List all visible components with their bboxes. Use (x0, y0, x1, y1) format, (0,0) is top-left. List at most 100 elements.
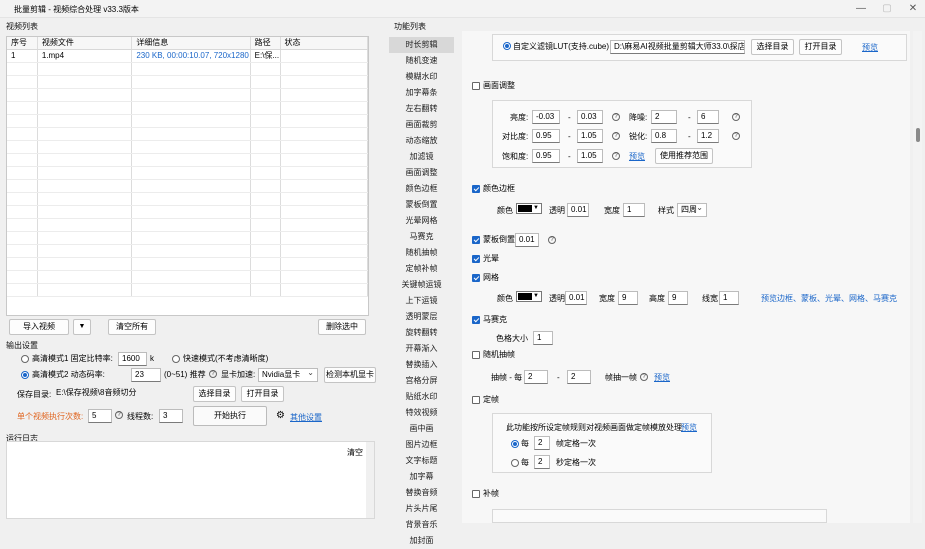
help-icon[interactable]: ? (612, 132, 620, 140)
table-row[interactable]: 1 1.mp4 230 KB, 00:00:10.07, 720x1280 E:… (7, 50, 368, 63)
lut-open-button[interactable]: 打开目录 (799, 39, 842, 55)
import-video-button[interactable]: 导入视频 (9, 319, 69, 335)
nav-item[interactable]: 蒙板倒置 (389, 197, 454, 213)
minimize-button[interactable]: — (850, 2, 872, 16)
header-file[interactable]: 视频文件 (38, 37, 133, 49)
border-alpha-input[interactable]: 0.01 (567, 203, 589, 217)
nav-item[interactable]: 颜色边框 (389, 181, 454, 197)
nav-item[interactable]: 宫格分屏 (389, 373, 454, 389)
contrast-min[interactable]: 0.95 (532, 129, 560, 143)
start-button[interactable]: 开始执行 (193, 406, 267, 426)
freeze-sec-radio[interactable] (511, 459, 519, 467)
nav-item[interactable]: 定帧补帧 (389, 261, 454, 277)
contrast-max[interactable]: 1.05 (577, 129, 603, 143)
sharpen-min[interactable]: 0.8 (651, 129, 677, 143)
nav-item[interactable]: 关键帧运镜 (389, 277, 454, 293)
help-icon[interactable]: ? (732, 113, 740, 121)
nav-item[interactable]: 画中画 (389, 421, 454, 437)
grid-line-input[interactable]: 1 (719, 291, 739, 305)
gear-icon[interactable]: ⚙ (276, 410, 285, 421)
mode1-radio[interactable] (21, 355, 29, 363)
clear-all-button[interactable]: 清空所有 (108, 319, 156, 335)
delete-selected-button[interactable]: 删除选中 (318, 319, 366, 335)
open-dir-button[interactable]: 打开目录 (241, 386, 284, 402)
detect-gpu-button[interactable]: 检测本机显卡 (324, 367, 376, 383)
adjust-checkbox[interactable] (472, 82, 480, 90)
mask-checkbox[interactable] (472, 236, 480, 244)
maximize-button[interactable]: ▢ (876, 2, 898, 16)
save-dir-input[interactable]: E:\保存视频\8音频切分 (53, 387, 187, 401)
sharpen-max[interactable]: 1.2 (697, 129, 719, 143)
drop-from-input[interactable]: 2 (524, 370, 548, 384)
adjust-preview-link[interactable]: 预览 (629, 151, 645, 162)
border-style-select[interactable]: 四周 (677, 202, 707, 217)
header-detail[interactable]: 详细信息 (132, 37, 251, 49)
saturation-min[interactable]: 0.95 (532, 149, 560, 163)
nav-item[interactable]: 图片边框 (389, 437, 454, 453)
nav-item[interactable]: 替换插入 (389, 357, 454, 373)
border-width-input[interactable]: 1 (623, 203, 645, 217)
fast-mode-radio[interactable] (172, 355, 180, 363)
nav-item[interactable]: 时长剪辑 (389, 37, 454, 53)
nav-item[interactable]: 贴纸水印 (389, 389, 454, 405)
nav-item[interactable]: 透明蒙层 (389, 309, 454, 325)
border-color-picker[interactable]: ▼ (516, 203, 542, 214)
help-icon[interactable]: ? (548, 236, 556, 244)
clear-log-button[interactable]: 清空 (344, 446, 366, 462)
nav-item[interactable]: 加字幕条 (389, 85, 454, 101)
nav-item[interactable]: 特效视频 (389, 405, 454, 421)
help-icon[interactable]: ? (732, 132, 740, 140)
freeze-sec-input[interactable]: 2 (534, 455, 550, 469)
other-settings-link[interactable]: 其他设置 (290, 412, 322, 423)
log-area[interactable] (6, 441, 375, 519)
nav-item[interactable]: 画面调整 (389, 165, 454, 181)
header-index[interactable]: 序号 (7, 37, 38, 49)
exec-times-input[interactable]: 5 (88, 409, 112, 423)
nav-item[interactable]: 片头片尾 (389, 501, 454, 517)
mosaic-checkbox[interactable] (472, 316, 480, 324)
nav-item[interactable]: 替换音频 (389, 485, 454, 501)
header-path[interactable]: 路径 (251, 37, 281, 49)
drop-to-input[interactable]: 2 (567, 370, 591, 384)
nav-item[interactable]: 加封面 (389, 533, 454, 549)
header-status[interactable]: 状态 (281, 37, 368, 49)
freeze-frame-input[interactable]: 2 (534, 436, 550, 450)
freeze-preview-link[interactable]: 预览 (681, 422, 697, 433)
nav-item[interactable]: 随机变速 (389, 53, 454, 69)
grid-height-input[interactable]: 9 (668, 291, 688, 305)
nav-item[interactable]: 模糊水印 (389, 69, 454, 85)
use-recommend-button[interactable]: 使用推荐范围 (655, 148, 713, 164)
threads-input[interactable]: 3 (159, 409, 183, 423)
nav-item[interactable]: 文字标题 (389, 453, 454, 469)
help-icon[interactable]: ? (612, 152, 620, 160)
help-icon[interactable]: ? (209, 370, 217, 378)
help-icon[interactable]: ? (115, 411, 123, 419)
close-button[interactable]: ✕ (902, 2, 924, 16)
nav-item[interactable]: 开幕渐入 (389, 341, 454, 357)
saturation-max[interactable]: 1.05 (577, 149, 603, 163)
nav-item[interactable]: 画面裁剪 (389, 117, 454, 133)
nav-item[interactable]: 左右翻转 (389, 101, 454, 117)
mosaic-size-input[interactable]: 1 (533, 331, 553, 345)
crf-input[interactable]: 23 (131, 368, 161, 382)
denoise-max[interactable]: 6 (697, 110, 719, 124)
nav-item[interactable]: 上下运镜 (389, 293, 454, 309)
freeze-checkbox[interactable] (472, 396, 480, 404)
nav-item[interactable]: 光晕网格 (389, 213, 454, 229)
fill-checkbox[interactable] (472, 490, 480, 498)
freeze-frame-radio[interactable] (511, 440, 519, 448)
drop-checkbox[interactable] (472, 351, 480, 359)
lut-path-input[interactable]: D:\麻易AI视频批量剪辑大师33.0\探店[ (610, 40, 745, 54)
nav-item[interactable]: 动态缩放 (389, 133, 454, 149)
gpu-select[interactable]: Nvidia显卡 (258, 367, 318, 382)
choose-dir-button[interactable]: 选择目录 (193, 386, 236, 402)
brightness-max[interactable]: 0.03 (577, 110, 603, 124)
lut-radio[interactable] (503, 42, 511, 50)
halo-checkbox[interactable] (472, 255, 480, 263)
grid-checkbox[interactable] (472, 274, 480, 282)
lut-choose-button[interactable]: 选择目录 (751, 39, 794, 55)
log-scrollbar[interactable] (366, 442, 374, 518)
mask-input[interactable]: 0.01 (515, 233, 539, 247)
feature-nav[interactable]: 时长剪辑 随机变速 模糊水印 加字幕条 左右翻转 画面裁剪 动态缩放 加滤镜 画… (389, 37, 454, 545)
grid-color-picker[interactable]: ▼ (516, 291, 542, 302)
